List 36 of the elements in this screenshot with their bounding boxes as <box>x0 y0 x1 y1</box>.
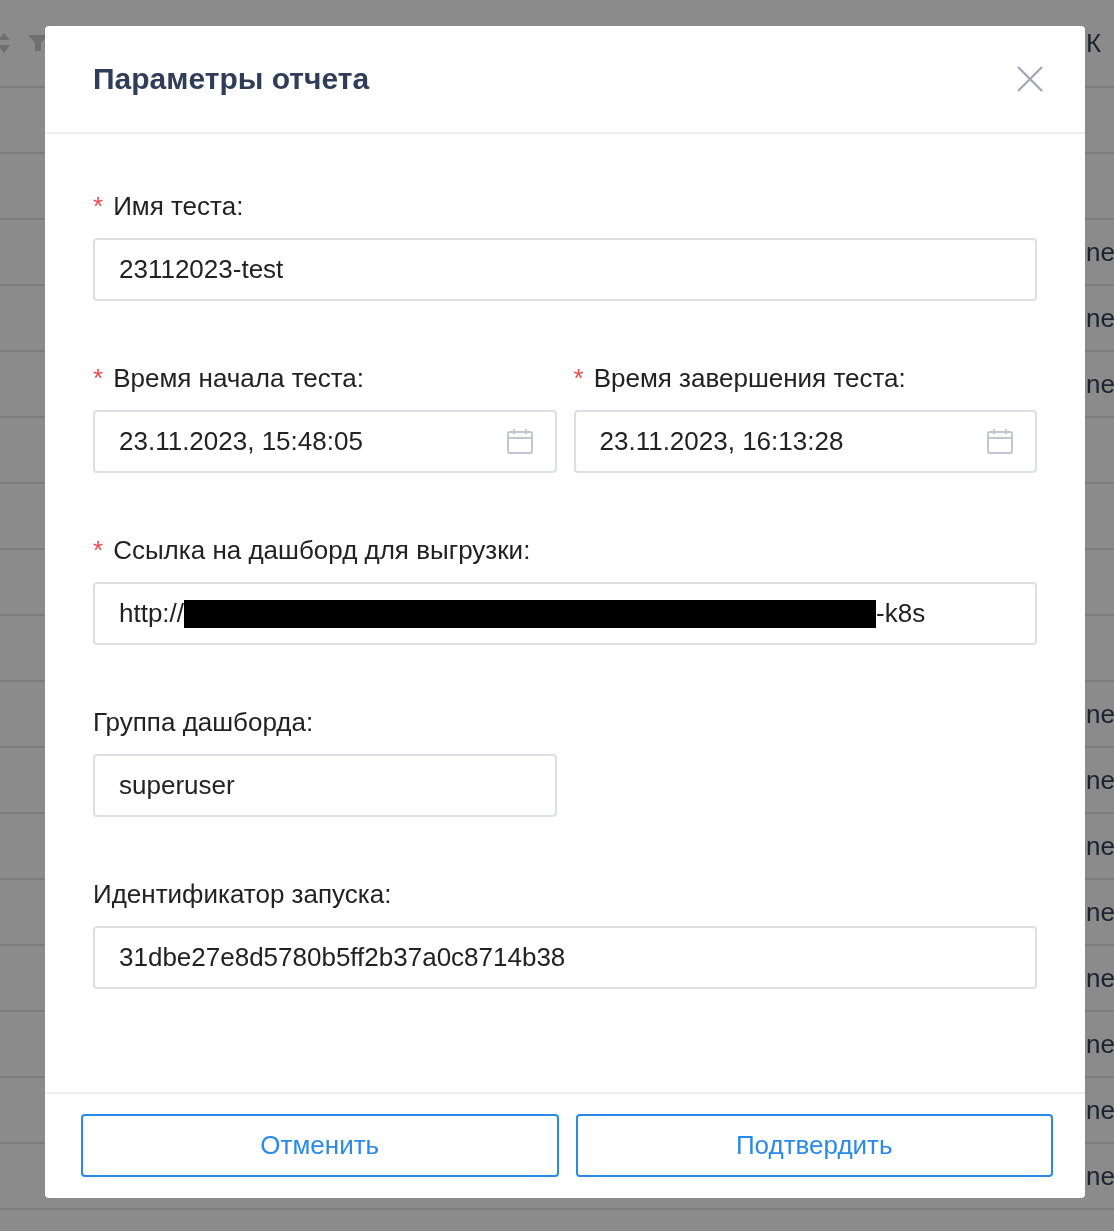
field-label: Идентификатор запуска: <box>93 879 392 909</box>
date-field[interactable]: 23.11.2023, 16:13:28 <box>573 410 1037 473</box>
close-icon[interactable] <box>1017 66 1043 92</box>
required-mark: * <box>93 535 104 565</box>
dialog-title: Параметры отчета <box>93 62 370 96</box>
table-cell: ne <box>1086 896 1114 928</box>
table-cell: ne <box>1086 1028 1114 1060</box>
table-cell: ne <box>1086 1094 1114 1126</box>
table-cell: ne <box>1086 698 1114 730</box>
field-label: Ссылка на дашборд для выгрузки: <box>113 535 531 565</box>
required-mark: * <box>93 191 104 221</box>
dialog-button[interactable]: Подтвердить <box>575 1114 1053 1177</box>
input-field[interactable]: 23112023-test <box>93 238 1037 301</box>
input-field[interactable]: 31dbe27e8d5780b5ff2b37a0c8714b38 <box>93 926 1037 989</box>
table-cell: ne <box>1086 764 1114 796</box>
input-field[interactable]: http:// -k8s <box>93 582 1037 645</box>
date-field[interactable]: 23.11.2023, 15:48:05 <box>93 410 557 473</box>
field-label: Группа дашборда: <box>93 707 314 737</box>
table-cell: ne <box>1086 962 1114 994</box>
table-cell: ne <box>1086 236 1114 268</box>
input-field[interactable]: superuser <box>93 754 557 817</box>
table-cell: ne <box>1086 368 1114 400</box>
table-cell: ne <box>1086 302 1114 334</box>
filter-icon[interactable] <box>28 35 48 51</box>
field-label: Имя теста: <box>113 191 244 221</box>
field-label: Время завершения теста: <box>593 363 906 393</box>
field-label: Время начала теста: <box>113 363 365 393</box>
column-header: К <box>1086 27 1103 59</box>
table-cell: ne <box>1086 1160 1114 1192</box>
dialog-button[interactable]: Отменить <box>81 1114 559 1177</box>
calendar-icon[interactable] <box>987 428 1013 454</box>
required-mark: * <box>573 363 584 393</box>
required-mark: * <box>93 363 104 393</box>
calendar-icon[interactable] <box>506 428 533 454</box>
table-cell: ne <box>1086 830 1114 862</box>
sort-icon[interactable] <box>0 32 10 54</box>
